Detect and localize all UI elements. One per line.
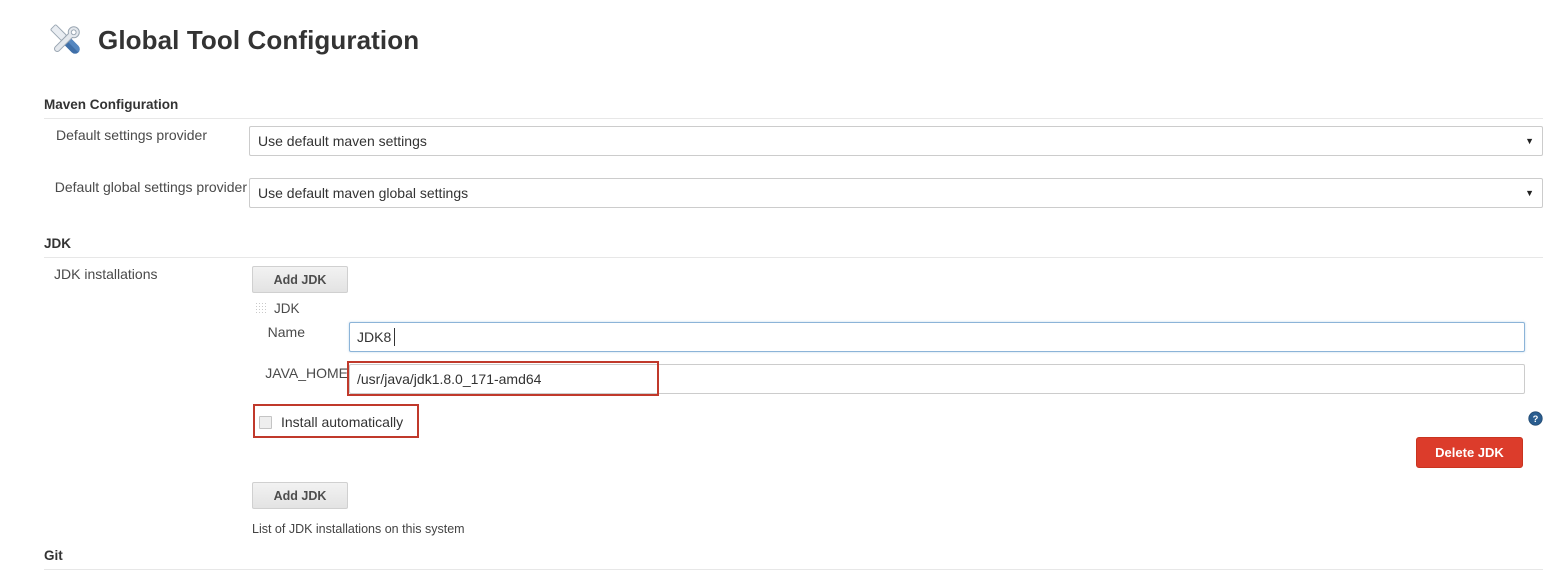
- label-jdk-name: Name: [267, 324, 305, 340]
- label-java-home: JAVA_HOME: [265, 365, 348, 381]
- page-header: Global Tool Configuration: [44, 18, 419, 62]
- chevron-down-icon: ▼: [1525, 187, 1534, 198]
- drag-handle-icon[interactable]: [256, 303, 267, 314]
- install-automatically-row[interactable]: Install automatically: [259, 414, 403, 430]
- label-jdk-installations: JDK installations: [54, 266, 158, 282]
- svg-text:?: ?: [1533, 414, 1539, 424]
- tools-wrench-screwdriver-icon: [50, 24, 80, 54]
- jdk-name-input[interactable]: [349, 322, 1525, 352]
- label-default-global-settings-provider: Default global settings provider: [54, 179, 247, 195]
- jdk-entry-title: JDK: [274, 301, 300, 316]
- help-circle-icon[interactable]: ?: [1528, 411, 1543, 426]
- jdk-help-text: List of JDK installations on this system: [252, 522, 465, 536]
- add-jdk-button-bottom[interactable]: Add JDK: [252, 482, 348, 509]
- divider-jdk: [44, 257, 1543, 258]
- divider-maven: [44, 118, 1543, 119]
- install-automatically-label[interactable]: Install automatically: [281, 414, 403, 430]
- section-header-git: Git: [44, 548, 63, 563]
- divider-git: [44, 569, 1543, 570]
- select-default-settings-provider-value: Use default maven settings: [258, 133, 427, 149]
- select-default-global-settings-provider-value: Use default maven global settings: [258, 185, 469, 201]
- text-cursor: [394, 328, 395, 346]
- install-automatically-checkbox[interactable]: [259, 415, 272, 429]
- select-default-global-settings-provider[interactable]: Use default maven global settings ▼: [249, 178, 1543, 208]
- select-default-settings-provider[interactable]: Use default maven settings ▼: [249, 126, 1543, 156]
- chevron-down-icon: ▼: [1525, 135, 1534, 146]
- add-jdk-button-top[interactable]: Add JDK: [252, 266, 348, 293]
- section-header-maven: Maven Configuration: [44, 97, 179, 112]
- page-title: Global Tool Configuration: [98, 24, 420, 55]
- java-home-input[interactable]: [349, 364, 1525, 394]
- delete-jdk-button[interactable]: Delete JDK: [1416, 437, 1523, 468]
- section-header-jdk: JDK: [44, 236, 72, 251]
- global-tool-configuration-page: Global Tool Configuration Maven Configur…: [0, 0, 1547, 572]
- label-default-settings-provider: Default settings provider: [56, 127, 207, 143]
